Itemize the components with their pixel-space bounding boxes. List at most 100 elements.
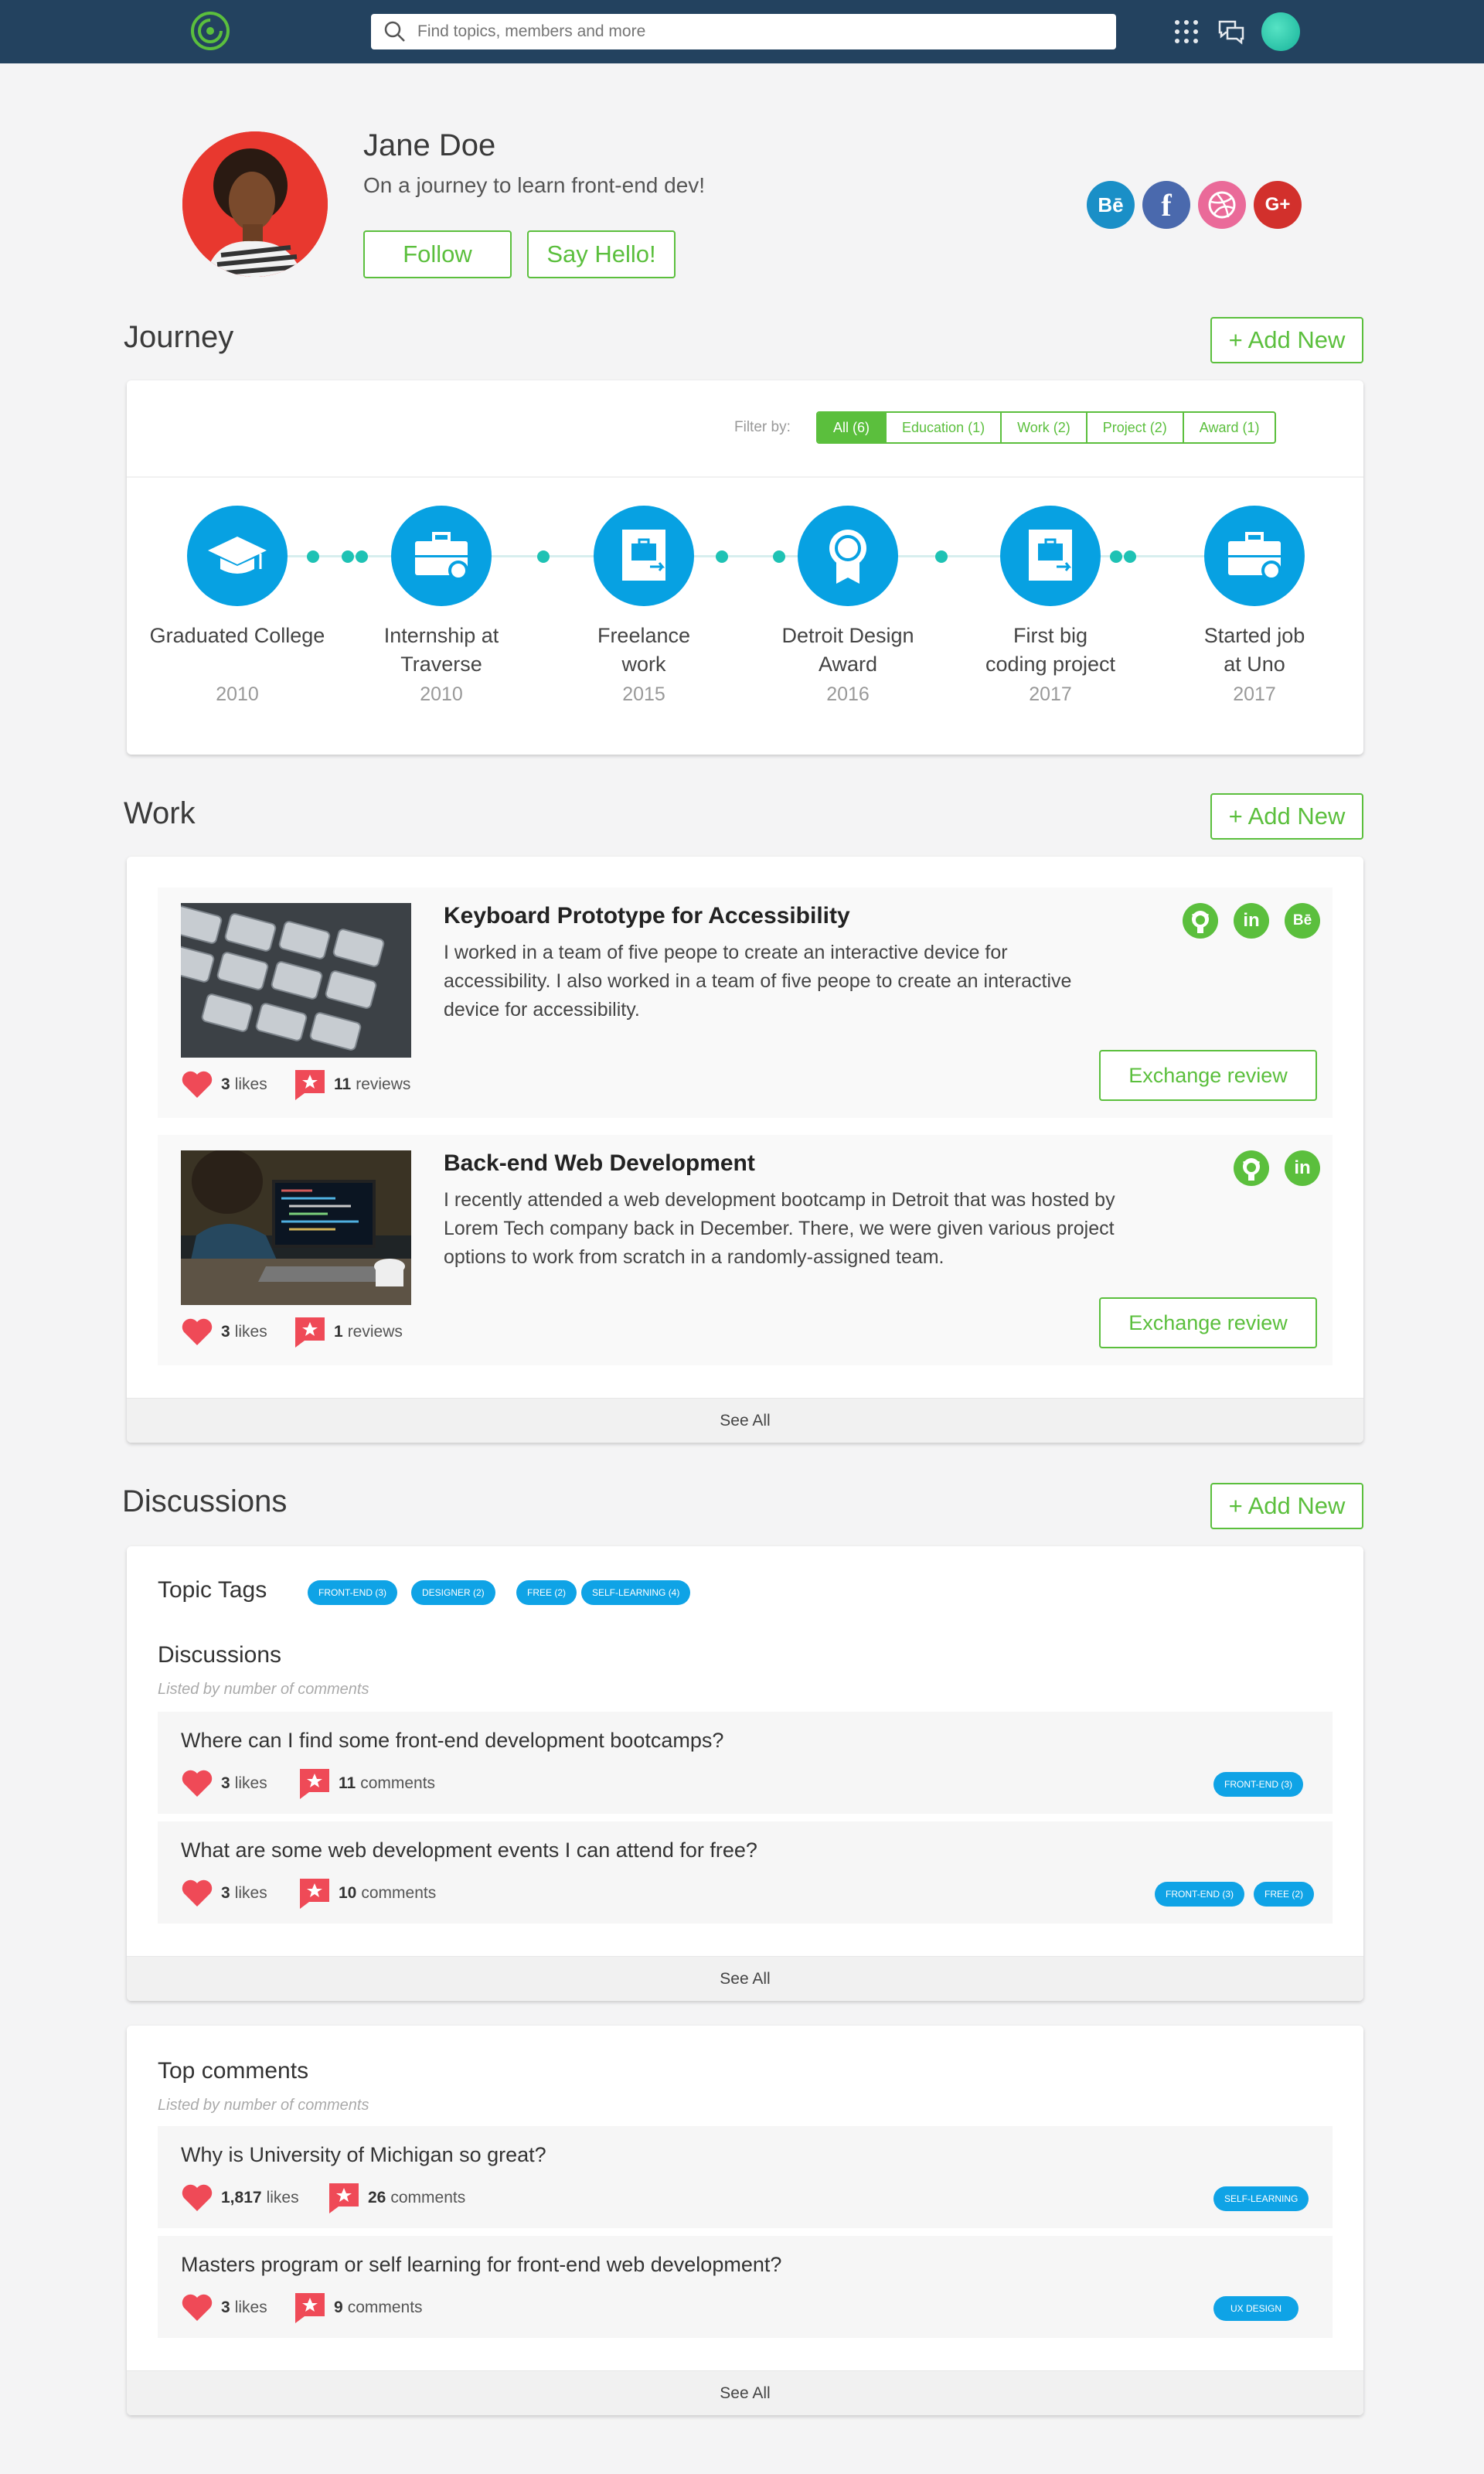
github-icon[interactable] (1234, 1150, 1269, 1186)
journey-item-title: Freelance work (597, 624, 691, 676)
heart-icon (182, 1071, 213, 1098)
comments-label: comments (347, 2299, 423, 2316)
comments-stat[interactable]: 26 comments (328, 2182, 465, 2214)
app-logo-icon[interactable] (190, 11, 230, 51)
comment-item[interactable]: Why is University of Michigan so great? … (158, 2126, 1333, 2228)
likes-count: 3 (221, 2299, 230, 2316)
work-item-image (181, 1150, 411, 1305)
discussion-item[interactable]: What are some web development events I c… (158, 1821, 1333, 1924)
graduation-cap-icon[interactable] (187, 506, 288, 606)
linkedin-icon[interactable]: in (1234, 903, 1269, 939)
likes-stat[interactable]: 3 likes (181, 1879, 267, 1908)
likes-count: 1,817 (221, 2189, 262, 2206)
topic-tag[interactable]: DESIGNER (2) (411, 1580, 495, 1605)
topic-tag[interactable]: FRONT-END (3) (308, 1580, 397, 1605)
facebook-label: f (1161, 187, 1172, 223)
messages-icon[interactable] (1217, 17, 1246, 46)
comment-tag[interactable]: SELF-LEARNING (1213, 2186, 1309, 2211)
profile-name: Jane Doe (363, 128, 496, 162)
likes-stat[interactable]: 3 likes (181, 2293, 267, 2322)
discussions-list-subtitle: Listed by number of comments (158, 1681, 369, 1698)
user-avatar[interactable] (1261, 12, 1300, 51)
journey-item-title: Internship at Traverse (383, 624, 499, 676)
comments-stat[interactable]: 10 comments (298, 1877, 436, 1910)
reviews-label: reviews (347, 1323, 403, 1341)
apps-grid-icon[interactable] (1172, 17, 1201, 46)
reviews-stat[interactable]: 11 reviews (294, 1068, 410, 1101)
filter-all[interactable]: All (6) (818, 413, 886, 442)
linkedin-icon[interactable]: in (1285, 1150, 1320, 1186)
work-card: Keyboard Prototype for Accessibility I w… (127, 857, 1363, 1443)
discussion-tag[interactable]: FREE (2) (1254, 1882, 1315, 1907)
likes-stat[interactable]: 3 likes (181, 1070, 267, 1099)
work-add-new-button[interactable]: + Add New (1210, 793, 1363, 840)
freelance-briefcase-icon[interactable] (594, 506, 694, 606)
reviews-count: 1 (334, 1323, 343, 1341)
discussion-tag[interactable]: FRONT-END (3) (1213, 1772, 1303, 1797)
top-comments-see-all-button[interactable]: See All (127, 2370, 1363, 2415)
facebook-icon[interactable]: f (1142, 181, 1190, 229)
discussion-question[interactable]: What are some web development events I c… (181, 1838, 757, 1862)
discussions-add-new-button[interactable]: + Add New (1210, 1483, 1363, 1529)
dribbble-ball-icon (1208, 191, 1236, 219)
top-comments-card: Top comments Listed by number of comment… (127, 2026, 1363, 2415)
search-bar[interactable] (371, 14, 1116, 49)
timeline-dot (537, 550, 550, 563)
work-item-title[interactable]: Back-end Web Development (444, 1150, 755, 1177)
journey-item-title: Detroit Design Award (781, 624, 914, 676)
discussion-tag[interactable]: FRONT-END (3) (1155, 1882, 1244, 1907)
journey-item-year: 2015 (622, 683, 665, 705)
top-nav-bar (0, 0, 1484, 63)
topic-tag[interactable]: FREE (2) (516, 1580, 577, 1605)
likes-stat[interactable]: 3 likes (181, 1317, 267, 1347)
exchange-review-button[interactable]: Exchange review (1099, 1050, 1317, 1101)
dribbble-icon[interactable] (1198, 181, 1246, 229)
reviews-stat[interactable]: 1 reviews (294, 1316, 403, 1348)
filter-education[interactable]: Education (1) (885, 413, 1000, 442)
comments-stat[interactable]: 11 comments (298, 1767, 435, 1800)
timeline-dot (342, 550, 354, 563)
search-input[interactable] (417, 22, 1082, 41)
discussions-see-all-button[interactable]: See All (127, 1956, 1363, 2001)
filter-work[interactable]: Work (2) (1000, 413, 1086, 442)
exchange-review-button[interactable]: Exchange review (1099, 1297, 1317, 1348)
coding-project-icon[interactable] (1000, 506, 1101, 606)
comment-question[interactable]: Masters program or self learning for fro… (181, 2253, 781, 2277)
comments-stat[interactable]: 9 comments (294, 2292, 423, 2324)
likes-count: 3 (221, 1774, 230, 1792)
discussion-item[interactable]: Where can I find some front-end developm… (158, 1712, 1333, 1814)
journey-add-new-button[interactable]: + Add New (1210, 317, 1363, 363)
journey-title: Journey (124, 320, 234, 354)
work-see-all-button[interactable]: See All (127, 1398, 1363, 1443)
heart-icon (182, 2294, 213, 2321)
comment-item[interactable]: Masters program or self learning for fro… (158, 2236, 1333, 2338)
comment-star-icon (300, 1879, 329, 1909)
job-briefcase-icon[interactable] (1204, 506, 1305, 606)
profile-photo (182, 131, 328, 277)
discussion-question[interactable]: Where can I find some front-end developm… (181, 1729, 723, 1753)
likes-stat[interactable]: 3 likes (181, 1769, 267, 1798)
say-hello-button[interactable]: Say Hello! (527, 230, 676, 278)
work-item[interactable]: Keyboard Prototype for Accessibility I w… (158, 888, 1333, 1118)
timeline-dot (773, 550, 785, 563)
briefcase-gear-icon[interactable] (391, 506, 492, 606)
heart-icon (182, 1879, 213, 1907)
discussions-card: Topic Tags FRONT-END (3) DESIGNER (2) FR… (127, 1546, 1363, 2001)
filter-award[interactable]: Award (1) (1182, 413, 1275, 442)
comment-tag[interactable]: UX DESIGN (1213, 2296, 1299, 2321)
behance-icon[interactable]: Bē (1087, 181, 1135, 229)
filter-project[interactable]: Project (2) (1085, 413, 1183, 442)
comment-star-icon (329, 2183, 359, 2213)
likes-stat[interactable]: 1,817 likes (181, 2183, 299, 2213)
github-icon[interactable] (1183, 903, 1218, 939)
topic-tag[interactable]: SELF-LEARNING (4) (581, 1580, 691, 1605)
work-item-title[interactable]: Keyboard Prototype for Accessibility (444, 903, 850, 929)
comments-count: 26 (368, 2189, 386, 2206)
follow-button[interactable]: Follow (363, 230, 512, 278)
timeline-dot (356, 550, 368, 563)
comment-question[interactable]: Why is University of Michigan so great? (181, 2143, 546, 2167)
google-plus-icon[interactable]: G+ (1254, 181, 1302, 229)
award-medal-icon[interactable] (798, 506, 898, 606)
work-item[interactable]: Back-end Web Development I recently atte… (158, 1135, 1333, 1365)
behance-icon[interactable]: Bē (1285, 903, 1320, 939)
